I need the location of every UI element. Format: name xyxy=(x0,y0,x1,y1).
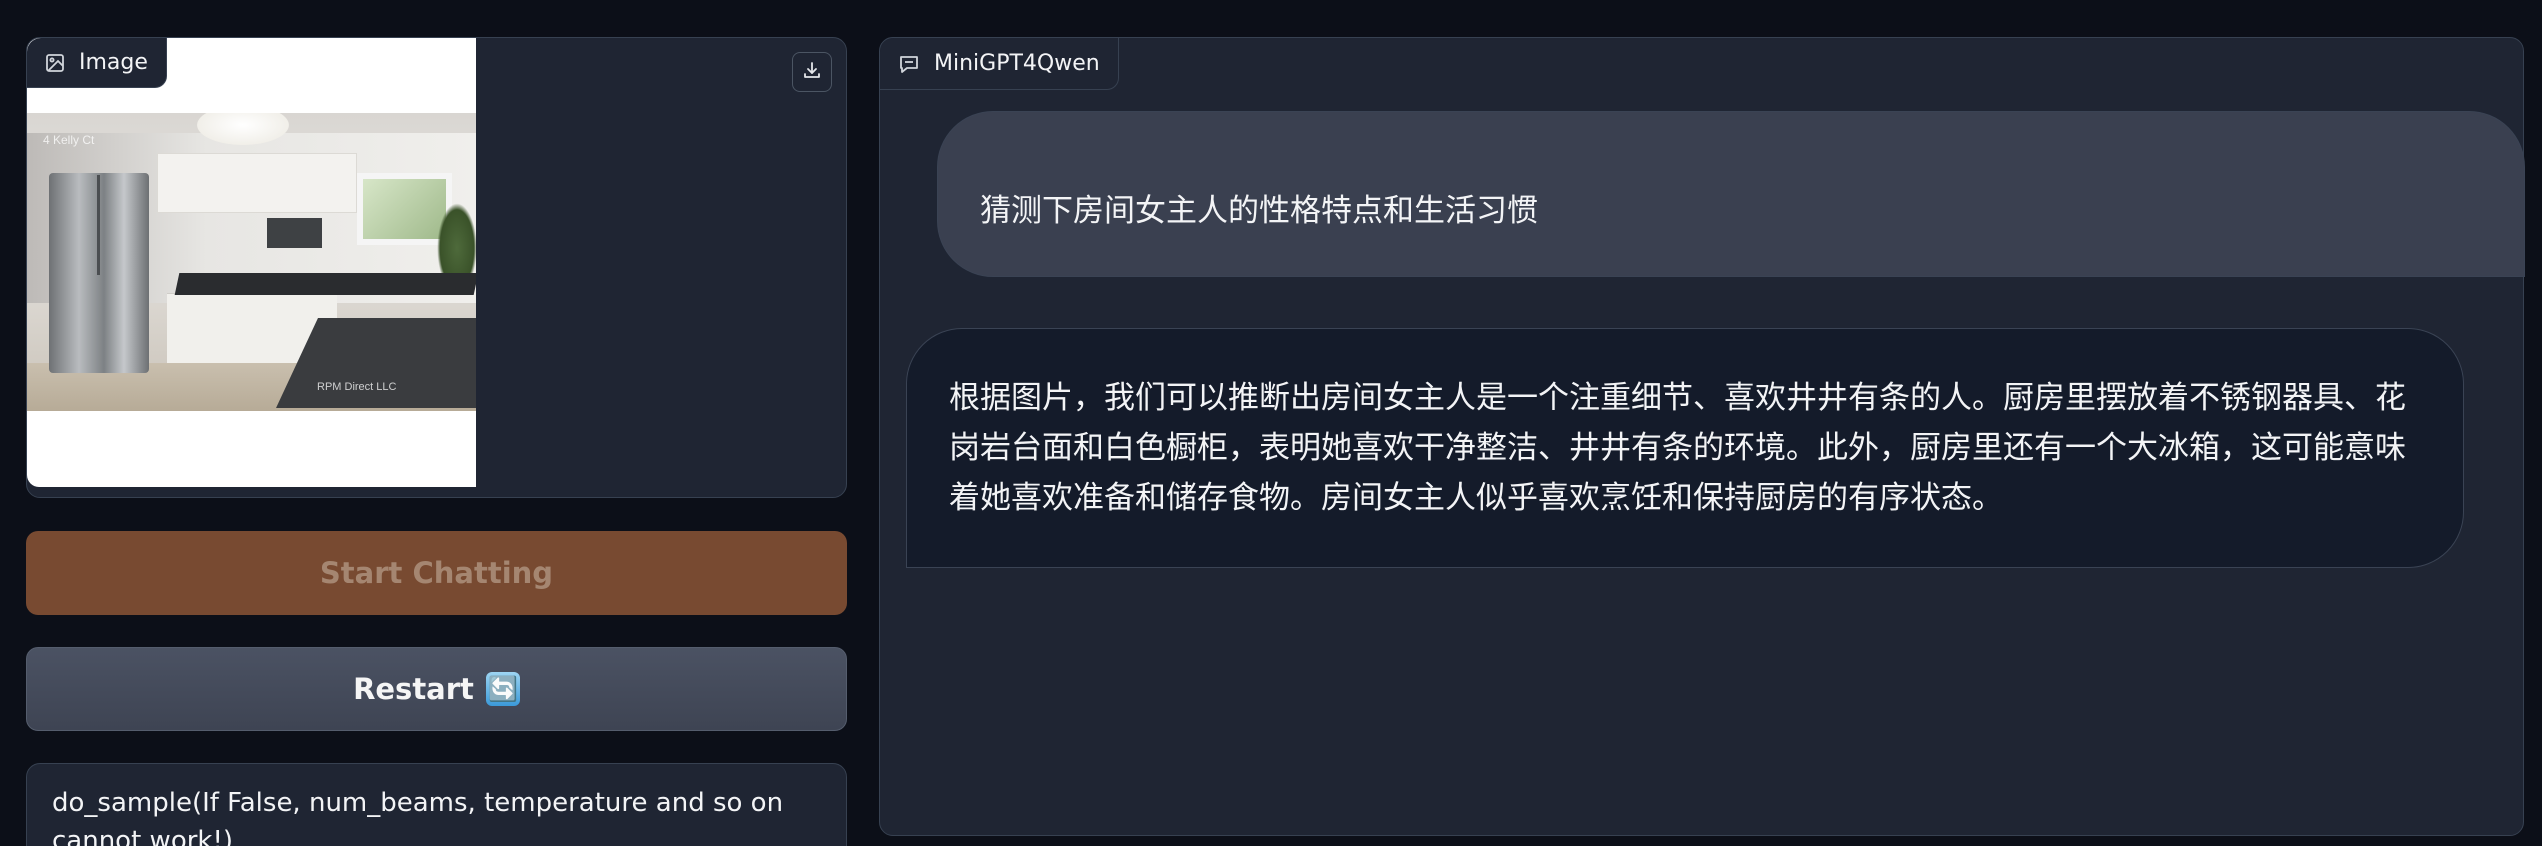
download-button[interactable] xyxy=(792,52,832,92)
image-label-text: Image xyxy=(79,50,148,75)
do-sample-option[interactable]: do_sample(If False, num_beams, temperatu… xyxy=(26,763,847,846)
image-label: Image xyxy=(27,38,167,88)
restart-button[interactable]: Restart 🔄 xyxy=(26,647,847,731)
refresh-icon: 🔄 xyxy=(485,672,520,706)
photo-watermark: RPM Direct LLC xyxy=(317,381,397,393)
kitchen-photo: 4 Kelly Ct RPM Direct LLC xyxy=(27,113,476,411)
chatbot-label-text: MiniGPT4Qwen xyxy=(934,51,1100,76)
user-message-text: 猜测下房间女主人的性格特点和生活习惯 xyxy=(980,192,1538,229)
photo-watermark: 4 Kelly Ct xyxy=(43,133,95,147)
chatbot-panel: MiniGPT4Qwen 猜测下房间女主人的性格特点和生活习惯 根据图片，我们可… xyxy=(879,37,2525,836)
download-icon xyxy=(803,61,821,83)
uploaded-image: 4 Kelly Ct RPM Direct LLC xyxy=(27,38,476,487)
user-message: 猜测下房间女主人的性格特点和生活习惯 xyxy=(937,111,2525,277)
start-chatting-button[interactable]: Start Chatting xyxy=(26,531,847,615)
start-chatting-label: Start Chatting xyxy=(319,556,554,590)
chat-icon xyxy=(898,54,920,74)
do-sample-label: do_sample(If False, num_beams, temperatu… xyxy=(52,788,784,846)
restart-label: Restart xyxy=(353,672,474,706)
bot-message-text: 根据图片，我们可以推断出房间女主人是一个注重细节、喜欢井井有条的人。厨房里摆放着… xyxy=(949,380,2406,516)
image-panel: 4 Kelly Ct RPM Direct LLC Image xyxy=(26,37,847,498)
bot-message: 根据图片，我们可以推断出房间女主人是一个注重细节、喜欢井井有条的人。厨房里摆放着… xyxy=(906,328,2464,568)
image-icon xyxy=(45,53,65,73)
chatbot-label: MiniGPT4Qwen xyxy=(880,38,1119,90)
